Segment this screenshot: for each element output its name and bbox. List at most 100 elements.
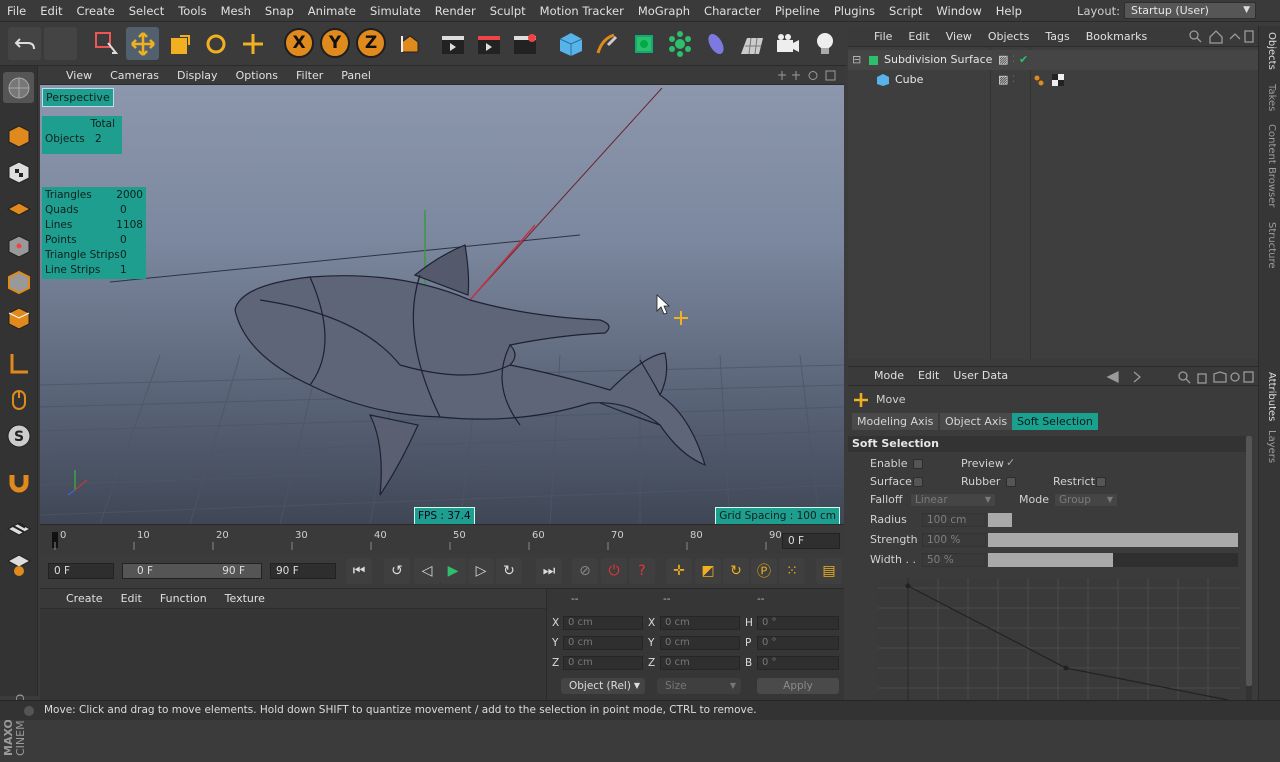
menu-edit[interactable]: Edit bbox=[33, 0, 69, 22]
position-x-field[interactable]: 0 cm bbox=[563, 616, 643, 630]
viewport-menu-filter[interactable]: Filter bbox=[287, 66, 332, 85]
falloff-graph[interactable] bbox=[878, 578, 1240, 701]
attribute-scrollbar-thumb[interactable] bbox=[1246, 436, 1252, 686]
enable-checkbox[interactable] bbox=[913, 459, 923, 469]
key-pla-button[interactable]: ⁙ bbox=[779, 558, 805, 584]
material-menu-create[interactable]: Create bbox=[40, 589, 112, 609]
mode-dropdown[interactable]: Group ▼ bbox=[1054, 493, 1118, 507]
viewport-menu-options[interactable]: Options bbox=[227, 66, 287, 85]
model-mode-button[interactable] bbox=[3, 120, 34, 151]
menu-render[interactable]: Render bbox=[428, 0, 483, 22]
menu-window[interactable]: Window bbox=[929, 0, 988, 22]
go-to-start-button[interactable]: ⏮ bbox=[346, 558, 372, 584]
coordinate-mode-dropdown[interactable]: Object (Rel) ▼ bbox=[561, 678, 645, 694]
falloff-dropdown[interactable]: Linear ▼ bbox=[910, 493, 996, 507]
current-frame-field[interactable]: 0 F bbox=[782, 533, 840, 549]
coordinate-system-button[interactable] bbox=[393, 27, 426, 60]
strength-slider[interactable] bbox=[988, 533, 1238, 547]
cloner-button[interactable] bbox=[663, 27, 696, 60]
move-tool-button[interactable] bbox=[126, 27, 159, 60]
polygons-mode-button[interactable] bbox=[3, 302, 34, 333]
size-y-field[interactable]: 0 cm bbox=[660, 636, 740, 650]
am-menu-edit[interactable]: Edit bbox=[911, 366, 946, 386]
menu-mograph[interactable]: MoGraph bbox=[631, 0, 697, 22]
texture-mode-button[interactable] bbox=[3, 156, 34, 187]
next-key-button[interactable]: ↻ bbox=[496, 558, 522, 584]
material-menu-edit[interactable]: Edit bbox=[112, 589, 151, 609]
material-list-area[interactable] bbox=[40, 609, 546, 700]
menu-tools[interactable]: Tools bbox=[171, 0, 213, 22]
rubber-checkbox[interactable] bbox=[1006, 477, 1016, 487]
layout-select[interactable]: Startup (User) ▼ bbox=[1124, 2, 1256, 19]
play-button[interactable]: ▶ bbox=[440, 558, 466, 584]
light-button[interactable] bbox=[808, 27, 841, 60]
am-toolbar-icons[interactable] bbox=[1104, 370, 1254, 384]
enabled-check-icon[interactable]: ✔ bbox=[1019, 50, 1028, 70]
om-toolbar-icons[interactable] bbox=[1188, 29, 1254, 44]
start-frame-field[interactable]: 0 F bbox=[48, 563, 114, 579]
3d-viewport[interactable]: Perspective Total Objects 2 Triangles 2000… bbox=[40, 85, 844, 524]
om-menu-edit[interactable]: Edit bbox=[900, 26, 937, 47]
visibility-dots-icon[interactable]: ⁚ bbox=[1012, 70, 1015, 90]
menu-file[interactable]: File bbox=[0, 0, 33, 22]
rotate-tool-button[interactable] bbox=[199, 27, 232, 60]
menu-plugins[interactable]: Plugins bbox=[827, 0, 882, 22]
material-menu-texture[interactable]: Texture bbox=[216, 589, 274, 609]
apply-button[interactable]: Apply bbox=[757, 678, 839, 694]
workplane-mode-button[interactable] bbox=[3, 192, 34, 223]
render-settings-button[interactable] bbox=[508, 27, 541, 60]
om-menu-objects[interactable]: Objects bbox=[980, 26, 1038, 47]
previous-frame-button[interactable]: ◁ bbox=[414, 558, 440, 584]
timeline-window-button[interactable]: ▤ bbox=[816, 558, 842, 584]
menu-help[interactable]: Help bbox=[989, 0, 1029, 22]
preview-checkbox[interactable]: ✓ bbox=[1006, 456, 1015, 469]
cube-primitive-button[interactable] bbox=[554, 27, 587, 60]
collapse-toggle-icon[interactable]: ⊟ bbox=[852, 50, 861, 70]
magnet-button[interactable] bbox=[3, 466, 34, 497]
strength-field[interactable]: 100 % bbox=[922, 533, 986, 547]
tab-attributes[interactable]: Attributes bbox=[1266, 372, 1277, 421]
layer-icon[interactable]: ▨ bbox=[998, 50, 1008, 70]
edges-mode-button[interactable] bbox=[3, 266, 34, 297]
tab-soft-selection[interactable]: Soft Selection bbox=[1012, 413, 1098, 430]
position-y-field[interactable]: 0 cm bbox=[563, 636, 643, 650]
texture-tag-icon[interactable] bbox=[1052, 74, 1064, 86]
size-z-field[interactable]: 0 cm bbox=[660, 656, 740, 670]
scale-tool-button[interactable] bbox=[163, 27, 196, 60]
timeline-ruler[interactable]: 0 10 20 30 40 50 60 70 80 90 bbox=[50, 530, 786, 550]
previous-key-button[interactable]: ↺ bbox=[384, 558, 410, 584]
restrict-checkbox[interactable] bbox=[1096, 477, 1106, 487]
om-menu-file[interactable]: File bbox=[848, 26, 900, 47]
tab-structure[interactable]: Structure bbox=[1266, 222, 1277, 269]
size-x-field[interactable]: 0 cm bbox=[660, 616, 740, 630]
viewport-menu-cameras[interactable]: Cameras bbox=[101, 66, 168, 85]
rotation-p-field[interactable]: 0 ° bbox=[757, 636, 839, 650]
radius-slider[interactable] bbox=[988, 513, 1012, 527]
transform-tool-button[interactable] bbox=[236, 27, 269, 60]
viewport-nav-icons[interactable] bbox=[778, 69, 838, 82]
material-menu-function[interactable]: Function bbox=[151, 589, 216, 609]
om-menu-view[interactable]: View bbox=[938, 26, 980, 47]
go-to-end-button[interactable]: ⏭ bbox=[536, 558, 562, 584]
surface-checkbox[interactable] bbox=[913, 477, 923, 487]
menu-mesh[interactable]: Mesh bbox=[214, 0, 258, 22]
object-row[interactable]: Cube ▨ ⁚ bbox=[848, 70, 1258, 90]
viewport-menu-view[interactable]: View bbox=[40, 66, 101, 85]
attribute-scrollbar[interactable] bbox=[1246, 436, 1252, 700]
keyframe-selection-button[interactable]: ? bbox=[629, 558, 655, 584]
z-axis-lock-button[interactable]: Z bbox=[356, 28, 386, 58]
viewport-solo-button[interactable] bbox=[3, 512, 34, 543]
key-rotation-button[interactable]: ↻ bbox=[723, 558, 749, 584]
camera-button[interactable] bbox=[771, 27, 804, 60]
am-menu-user-data[interactable]: User Data bbox=[946, 366, 1015, 386]
position-z-field[interactable]: 0 cm bbox=[563, 656, 643, 670]
key-parameter-button[interactable]: Ⓟ bbox=[751, 558, 777, 584]
menu-snap[interactable]: Snap bbox=[258, 0, 301, 22]
points-mode-button[interactable] bbox=[3, 230, 34, 261]
undo-button[interactable] bbox=[8, 27, 41, 60]
floor-button[interactable] bbox=[735, 27, 768, 60]
timeline[interactable]: 0 10 20 30 40 50 60 70 80 90 0 F bbox=[40, 524, 844, 554]
deformer-button[interactable] bbox=[699, 27, 732, 60]
render-picture-viewer-button[interactable] bbox=[472, 27, 505, 60]
record-active-objects-button[interactable]: ⊘ bbox=[572, 558, 598, 584]
